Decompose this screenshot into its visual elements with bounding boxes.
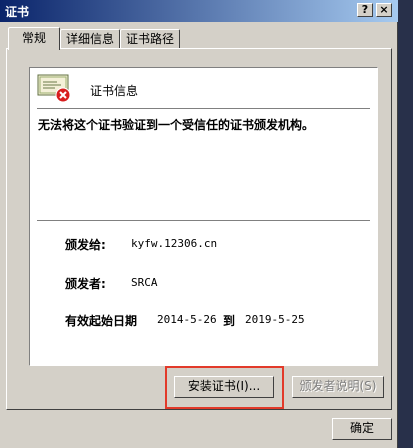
issuer-statement-button[interactable]: 颁发者说明(S) [292, 376, 384, 398]
certificate-dialog: 证书 ? × 常规 详细信息 证书路径 证书信息 无法将这个证书验证到一个受信任… [0, 0, 398, 448]
validity-to-value: 2019-5-25 [245, 313, 305, 326]
certificate-info-header: 证书信息 [90, 84, 139, 98]
details-divider [37, 220, 370, 222]
tab-details[interactable]: 详细信息 [60, 29, 120, 49]
help-button[interactable]: ? [357, 3, 373, 17]
tab-general[interactable]: 常规 [8, 27, 60, 50]
certificate-error-icon [37, 74, 71, 103]
validity-label: 有效起始日期 [65, 314, 138, 328]
install-button-highlight [165, 366, 284, 409]
issued-to-value: kyfw.12306.cn [131, 237, 218, 250]
verification-warning: 无法将这个证书验证到一个受信任的证书颁发机构。 [38, 118, 315, 132]
ok-button[interactable]: 确定 [332, 418, 392, 440]
issued-by-label: 颁发者: [65, 277, 106, 291]
validity-from-value: 2014-5-26 [157, 313, 217, 326]
issued-to-label: 颁发给: [65, 238, 106, 252]
background-window-edge [398, 0, 413, 448]
certificate-info-box: 证书信息 无法将这个证书验证到一个受信任的证书颁发机构。 颁发给: kyfw.1… [29, 67, 378, 366]
close-button[interactable]: × [376, 3, 392, 17]
header-divider [37, 108, 370, 110]
validity-to-label: 到 [223, 314, 236, 328]
window-title: 证书 [5, 5, 30, 19]
title-bar[interactable]: 证书 ? × [0, 0, 398, 22]
issued-by-value: SRCA [131, 276, 158, 289]
tab-certification-path[interactable]: 证书路径 [120, 29, 180, 49]
